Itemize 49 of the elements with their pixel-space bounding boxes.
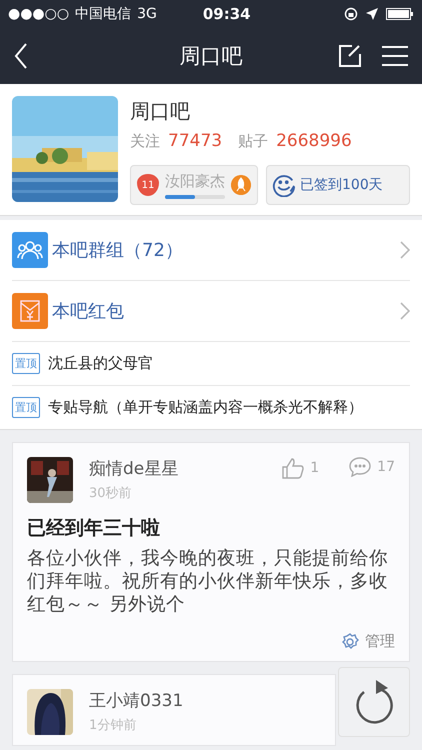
sign-in-button[interactable]: 已签到100天 (266, 165, 410, 205)
row-label: 本吧红包 (52, 300, 125, 323)
menu-row[interactable]: 本吧群组（72） (12, 220, 410, 281)
menu-row[interactable]: 本吧红包 (12, 281, 410, 342)
follow-count: 77473 (168, 131, 222, 151)
refresh-button[interactable] (338, 667, 410, 737)
location-arrow-icon (366, 8, 378, 20)
pinned-tag: 置顶 (12, 353, 40, 374)
author-name: 王小靖0331 (89, 690, 184, 712)
pinned-post-link[interactable]: 沈丘县的父母官 (48, 354, 153, 373)
level-title: 汝阳豪杰 (165, 172, 225, 190)
settings-icon (341, 632, 359, 650)
post-time: 30秒前 (89, 485, 133, 502)
menu-button[interactable] (382, 45, 408, 67)
comment-count: 17 (377, 459, 395, 475)
level-badge: 11 (137, 174, 159, 196)
back-button[interactable] (14, 43, 28, 69)
row-label: 本吧群组（72） (52, 239, 184, 262)
author-name: 痴情de星星 (89, 458, 180, 480)
chevron-right-icon (400, 241, 410, 259)
post-card[interactable]: 王小靖0331 1分钟前 (12, 674, 336, 746)
page-title: 周口吧 (180, 43, 242, 70)
comment-icon (349, 457, 372, 477)
thumbs-up-icon (282, 457, 304, 479)
pinned-tag: 置顶 (12, 397, 40, 418)
post-title: 已经到年三十啦 (27, 516, 161, 541)
member-level-card[interactable]: 11 汝阳豪杰 (130, 165, 258, 205)
group-icon (12, 232, 48, 268)
chevron-right-icon (400, 302, 410, 320)
posts-label: 贴子 (238, 132, 268, 151)
envelope-icon (12, 293, 48, 329)
post-excerpt: 各位小伙伴，我今晚的夜班，只能提前给你们拜年啦。祝所有的小伙伴新年快乐，多收红包～～ 另外说个 (27, 547, 389, 616)
network-type: 3G (137, 6, 157, 22)
rotation-lock-icon (344, 7, 358, 21)
carrier-name: 中国电信 (75, 5, 132, 23)
compose-button[interactable] (338, 44, 362, 68)
forum-name: 周口吧 (130, 98, 191, 125)
pinned-post-link[interactable]: 专贴导航（单开专贴涵盖内容一概杀光不解释） (48, 398, 363, 417)
battery-icon (386, 8, 414, 20)
posts-count: 2668996 (276, 131, 352, 151)
post-time: 1分钟前 (89, 717, 138, 734)
post-card[interactable]: 痴情de星星 30秒前 1 17 已经到年三十啦 各位小伙伴，我今晚的夜班，只能提前给你们拜年啦。祝所有的小伙伴新年快乐，多收红包～～ 另外说个 管理 (12, 442, 410, 662)
smiley-icon (272, 173, 296, 197)
manage-link[interactable]: 管理 (365, 632, 395, 651)
signal-dots: ●●●○○ (8, 6, 70, 22)
follow-label: 关注 (130, 132, 160, 151)
rocket-icon (231, 175, 251, 195)
clock-time: 09:34 (202, 5, 251, 23)
like-count: 1 (310, 460, 320, 476)
